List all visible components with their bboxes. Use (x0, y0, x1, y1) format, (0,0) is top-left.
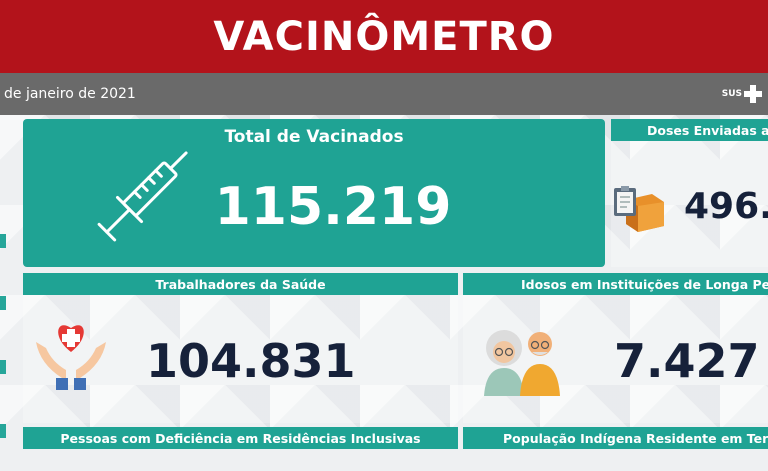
doses-sent-title: Doses Enviadas ao (647, 122, 768, 138)
side-tab-1[interactable] (0, 234, 6, 248)
side-tab-3[interactable] (0, 360, 6, 374)
side-tab-2[interactable] (0, 296, 6, 310)
health-workers-title: Trabalhadores da Saúde (155, 276, 326, 292)
disabled-title: Pessoas com Deficiência em Residências I… (60, 430, 421, 446)
clipboard-box-icon (614, 186, 664, 232)
doses-sent-value: 496.1 (684, 186, 768, 227)
syringe-icon (97, 151, 188, 242)
health-workers-header: Trabalhadores da Saúde (23, 273, 458, 295)
indigenous-header: População Indígena Residente em Ter (463, 427, 768, 449)
total-vaccinated-value: 115.219 (214, 177, 452, 237)
page-header: VACINÔMETRO (0, 0, 768, 73)
page-title: VACINÔMETRO (213, 13, 555, 60)
sus-logo-text: SUS (721, 89, 742, 99)
elderly-header: Idosos em Instituições de Longa Pe (463, 273, 768, 295)
elderly-couple-icon (484, 330, 560, 396)
elderly-value: 7.427 (614, 334, 760, 388)
heart-hands-icon (36, 325, 106, 390)
doses-sent-header: Doses Enviadas ao (611, 119, 768, 141)
disabled-header: Pessoas com Deficiência em Residências I… (23, 427, 458, 449)
elderly-title: Idosos em Instituições de Longa Pe (521, 276, 768, 292)
total-vaccinated-card: Total de Vacinados 115.219 (23, 119, 605, 267)
date-bar: de janeiro de 2021 SUS (0, 73, 768, 115)
side-navigation (0, 118, 10, 471)
health-workers-value: 104.831 (146, 334, 356, 388)
indigenous-title: População Indígena Residente em Ter (503, 430, 768, 446)
sus-cross-icon (744, 85, 762, 103)
sus-logo: SUS (722, 85, 762, 103)
update-date: de janeiro de 2021 (4, 86, 136, 102)
side-tab-4[interactable] (0, 424, 6, 438)
